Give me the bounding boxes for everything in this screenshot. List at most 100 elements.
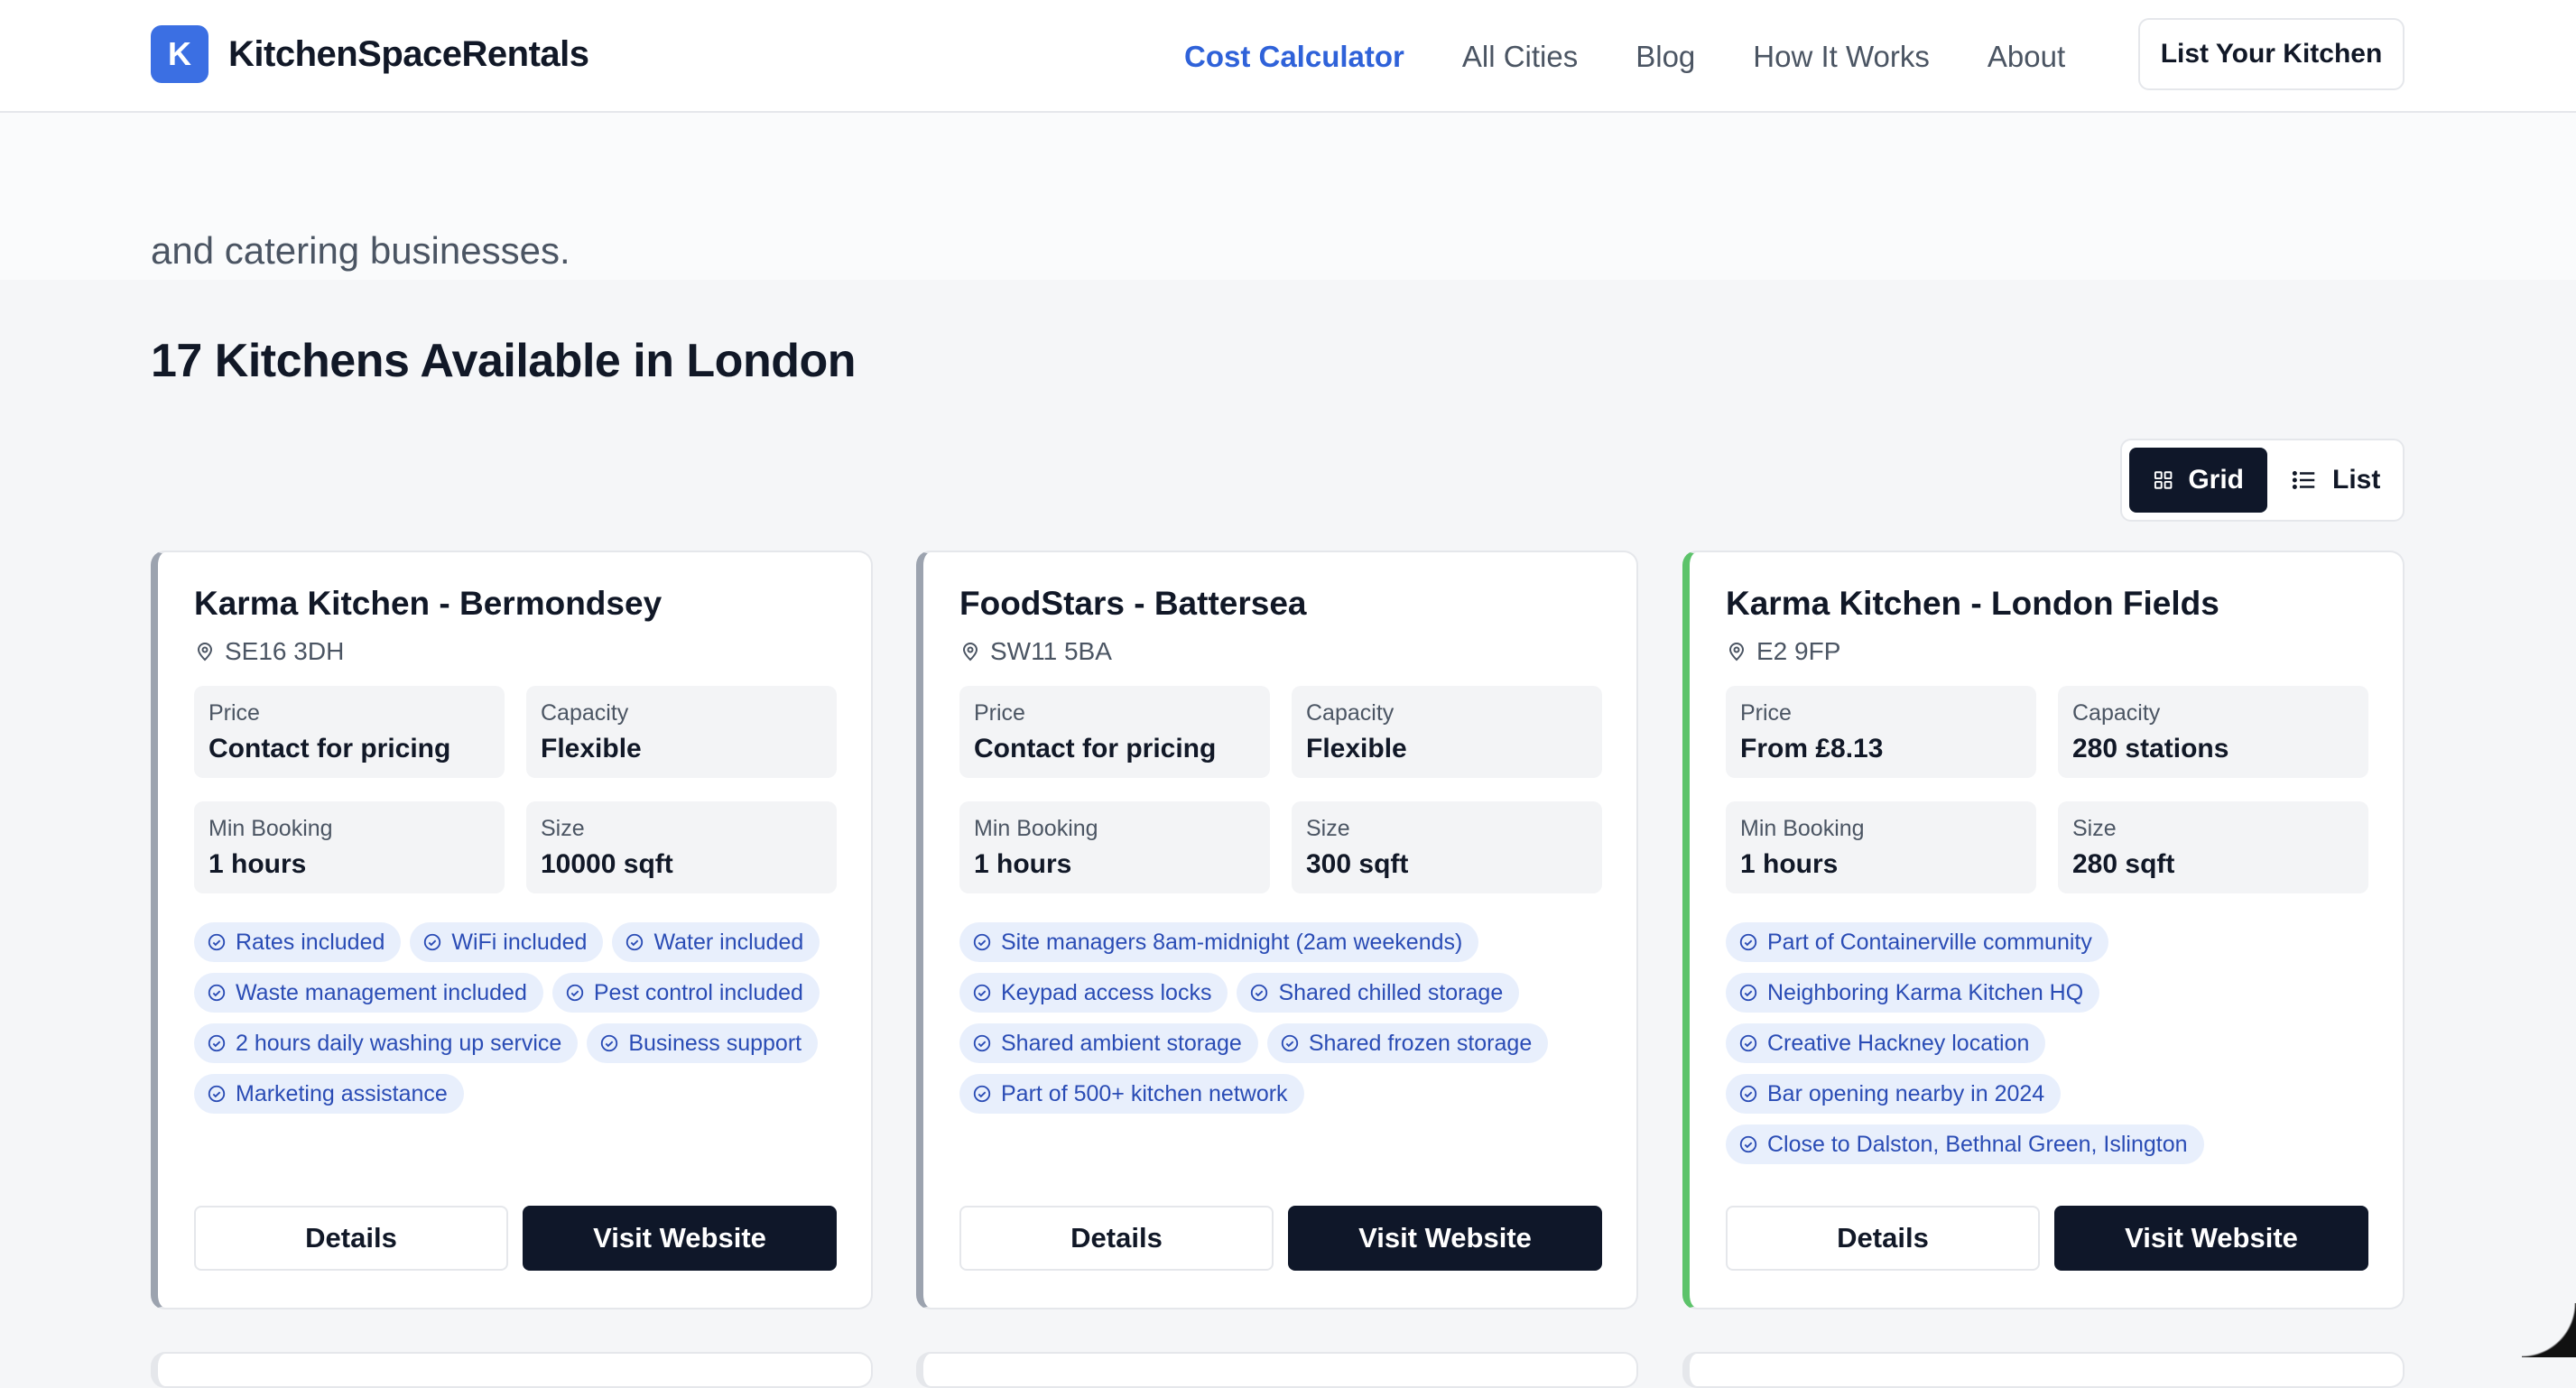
amenity-tag: Close to Dalston, Bethnal Green, Islingt… <box>1726 1124 2204 1164</box>
price-value: Contact for pricing <box>974 734 1256 764</box>
kitchen-card: FoodStars - Battersea SW11 5BA Price Cont… <box>916 551 1638 1309</box>
kitchen-name[interactable]: FoodStars - Battersea <box>959 585 1602 630</box>
stat-label: Size <box>541 816 822 842</box>
logo-mark: K <box>151 25 208 83</box>
check-circle-icon <box>1738 983 1758 1003</box>
amenity-tag: Marketing assistance <box>194 1074 464 1114</box>
card-body: Karma Kitchen - Bermondsey SE16 3DH Pric… <box>194 585 837 1114</box>
amenity-label: Bar opening nearby in 2024 <box>1767 1081 2044 1107</box>
kitchen-card: Karma Kitchen - Bermondsey SE16 3DH Pric… <box>151 551 873 1309</box>
list-label: List <box>2332 465 2380 495</box>
view-toggle: Grid List <box>2120 439 2405 522</box>
details-button[interactable]: Details <box>194 1206 508 1271</box>
amenity-label: Part of Containerville community <box>1767 930 2092 956</box>
amenity-tag: Keypad access locks <box>959 973 1228 1013</box>
amenity-label: Site managers 8am-midnight (2am weekends… <box>1001 930 1462 956</box>
stat-label: Price <box>208 700 490 726</box>
min-booking-stat: Min Booking 1 hours <box>1726 801 2036 893</box>
capacity-stat: Capacity Flexible <box>1292 686 1602 778</box>
amenity-label: Shared frozen storage <box>1309 1031 1532 1057</box>
amenity-tag: Neighboring Karma Kitchen HQ <box>1726 973 2099 1013</box>
capacity-stat: Capacity280 stations <box>2058 686 2368 778</box>
price-stat: Price Contact for pricing <box>959 686 1270 778</box>
stat-label: Size <box>1306 816 1588 842</box>
check-circle-icon <box>972 932 992 952</box>
stat-label: Min Booking <box>208 816 490 842</box>
size-value: 300 sqft <box>1306 849 1588 880</box>
nav-cost-calculator[interactable]: Cost Calculator <box>1184 40 1404 74</box>
amenity-label: Keypad access locks <box>1001 980 1211 1006</box>
capacity-value: Flexible <box>1306 734 1588 764</box>
card-actions: Details Visit Website <box>194 1206 837 1271</box>
price-value: From £8.13 <box>1740 734 2022 764</box>
stat-label: Price <box>1740 700 2022 726</box>
amenity-label: Marketing assistance <box>236 1081 448 1107</box>
site-header: K KitchenSpaceRentals Cost Calculator Al… <box>0 0 2576 113</box>
price-value: Contact for pricing <box>208 734 490 764</box>
amenity-label: Pest control included <box>594 980 803 1006</box>
check-circle-icon <box>1738 932 1758 952</box>
check-circle-icon <box>207 932 227 952</box>
nav-all-cities[interactable]: All Cities <box>1462 40 1578 74</box>
amenity-label: Shared ambient storage <box>1001 1031 1242 1057</box>
check-circle-icon <box>207 1084 227 1104</box>
check-circle-icon <box>972 1033 992 1053</box>
amenity-label: Part of 500+ kitchen network <box>1001 1081 1288 1107</box>
kitchen-name[interactable]: Karma Kitchen - London Fields <box>1726 585 2368 630</box>
amenity-tag: Site managers 8am-midnight (2am weekends… <box>959 922 1478 962</box>
amenity-label: Close to Dalston, Bethnal Green, Islingt… <box>1767 1132 2188 1158</box>
grid-view-button[interactable]: Grid <box>2129 448 2267 513</box>
check-circle-icon <box>599 1033 619 1053</box>
check-circle-icon <box>972 1084 992 1104</box>
amenity-tag: Part of 500+ kitchen network <box>959 1074 1304 1114</box>
stat-label: Min Booking <box>974 816 1256 842</box>
list-your-kitchen-button[interactable]: List Your Kitchen <box>2138 18 2405 90</box>
amenity-label: Shared chilled storage <box>1278 980 1503 1006</box>
stat-label: Capacity <box>1306 700 1588 726</box>
check-circle-icon <box>422 932 442 952</box>
amenity-tag: Pest control included <box>552 973 820 1013</box>
card-actions: Details Visit Website <box>1726 1206 2368 1271</box>
amenity-tags: Part of Containerville community Neighbor… <box>1726 922 2368 1164</box>
visit-website-button[interactable]: Visit Website <box>1288 1206 1602 1271</box>
list-view-button[interactable]: List <box>2267 448 2404 513</box>
amenity-label: Business support <box>628 1031 802 1057</box>
capacity-value: Flexible <box>541 734 822 764</box>
kitchen-location: E2 9FP <box>1726 637 2368 666</box>
amenity-tag: Bar opening nearby in 2024 <box>1726 1074 2061 1114</box>
main-nav: Cost Calculator All Cities Blog How It W… <box>1184 0 2123 113</box>
visit-website-button[interactable]: Visit Website <box>2054 1206 2368 1271</box>
nav-blog[interactable]: Blog <box>1635 40 1695 74</box>
stat-label: Min Booking <box>1740 816 2022 842</box>
price-stat: Price From £8.13 <box>1726 686 2036 778</box>
min-booking-stat: Min Booking1 hours <box>194 801 505 893</box>
details-button[interactable]: Details <box>1726 1206 2040 1271</box>
map-pin-icon <box>959 641 981 662</box>
details-button[interactable]: Details <box>959 1206 1274 1271</box>
postcode: SW11 5BA <box>990 637 1112 666</box>
visit-website-button[interactable]: Visit Website <box>523 1206 837 1271</box>
map-pin-icon <box>194 641 216 662</box>
logo[interactable]: K KitchenSpaceRentals <box>151 25 589 83</box>
min-booking-value: 1 hours <box>1740 849 2022 880</box>
capacity-stat: Capacity Flexible <box>526 686 837 778</box>
card-body: Karma Kitchen - London Fields E2 9FP Pri… <box>1726 585 2368 1164</box>
amenity-tag: WiFi included <box>410 922 603 962</box>
kitchen-name[interactable]: Karma Kitchen - Bermondsey <box>194 585 837 630</box>
kitchen-stats: Price Contact for pricing Capacity Flexibl… <box>194 686 837 893</box>
nav-how-it-works[interactable]: How It Works <box>1753 40 1930 74</box>
check-circle-icon <box>972 983 992 1003</box>
kitchen-location: SW11 5BA <box>959 637 1602 666</box>
stat-label: Capacity <box>541 700 822 726</box>
stat-label: Price <box>974 700 1256 726</box>
kitchen-stats: Price From £8.13 Capacity280 stations Min… <box>1726 686 2368 893</box>
nav-about[interactable]: About <box>1988 40 2065 74</box>
amenity-tag: Creative Hackney location <box>1726 1023 2045 1063</box>
size-stat: Size10000 sqft <box>526 801 837 893</box>
postcode: SE16 3DH <box>225 637 344 666</box>
amenity-label: Creative Hackney location <box>1767 1031 2029 1057</box>
check-circle-icon <box>1738 1033 1758 1053</box>
kitchen-stats: Price Contact for pricing Capacity Flexibl… <box>959 686 1602 893</box>
amenity-tag: Waste management included <box>194 973 543 1013</box>
check-circle-icon <box>207 1033 227 1053</box>
